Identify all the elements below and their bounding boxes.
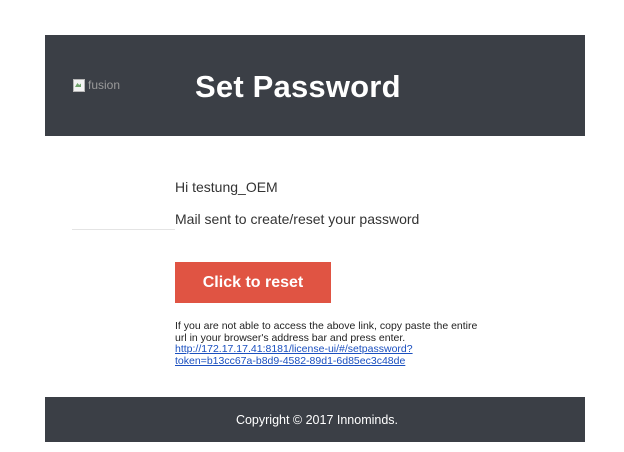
logo-alt-text: fusion [88,78,121,92]
reset-button[interactable]: Click to reset [175,262,331,303]
divider [72,229,175,230]
greeting-text: Hi testung_OEM [175,179,278,195]
fallback-note: If you are not able to access the above … [175,320,525,367]
email-footer: Copyright © 2017 Innominds. [45,397,585,442]
email-header: fusion Set Password [45,35,585,136]
reset-link[interactable]: http://172.17.17.41:8181/license-ui/#/se… [175,343,413,367]
copyright-text: Copyright © 2017 Innominds. [235,412,399,427]
note-line-1: If you are not able to access the above … [175,320,478,332]
message-text: Mail sent to create/reset your password [175,211,420,227]
reset-link-line-2[interactable]: token=b13cc67a-b8d9-4582-89d1-6d85ec3c48… [175,355,405,367]
broken-image-icon [72,78,86,92]
reset-link-line-1[interactable]: http://172.17.17.41:8181/license-ui/#/se… [175,343,413,355]
page-title: Set Password [195,69,401,104]
logo: fusion [72,78,120,92]
